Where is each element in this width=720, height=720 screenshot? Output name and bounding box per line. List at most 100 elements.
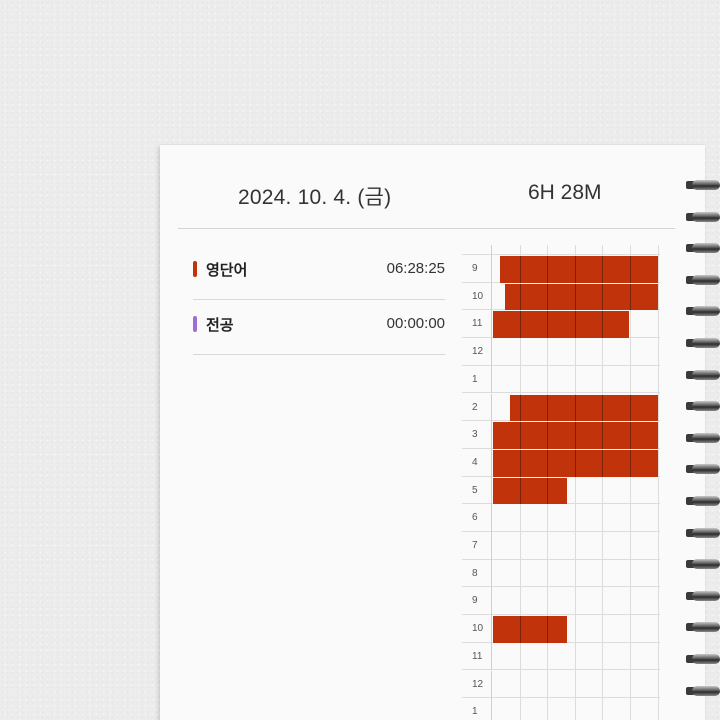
block-divider [630, 449, 631, 477]
binding-wire [692, 464, 720, 475]
binding-ring [682, 557, 720, 571]
subject-item[interactable]: 영단어 06:28:25 [193, 245, 445, 300]
hour-label [462, 245, 492, 255]
timeline-grid: 9 10 11 12 1 2 3 4 5 6 7 8 9 10 11 12 1 [462, 245, 660, 720]
binding-wire [692, 685, 720, 696]
total-study-time: 6H 28M [528, 181, 602, 204]
block-divider [519, 449, 521, 477]
binding-wire [692, 306, 720, 317]
subject-name: 전공 [206, 317, 234, 334]
hour-label: 9 [462, 587, 492, 616]
hour-label: 8 [462, 559, 492, 588]
block-divider [519, 256, 521, 283]
block-divider [602, 394, 604, 422]
block-divider [602, 256, 604, 283]
block-divider [519, 616, 521, 643]
hour-label: 10 [462, 615, 492, 643]
hour-label: 7 [462, 532, 492, 560]
binding-ring [682, 304, 720, 318]
block-divider [547, 394, 549, 422]
block-divider [519, 477, 521, 505]
binding-wire [692, 432, 720, 443]
block-divider [519, 394, 521, 422]
study-block [504, 283, 658, 311]
binding-wire [692, 338, 720, 348]
binding-wire [692, 180, 720, 190]
subject-color-bar [193, 261, 197, 277]
block-divider [630, 422, 631, 449]
binding-ring [682, 589, 720, 603]
binding-wire [692, 622, 720, 633]
hour-label: 2 [462, 393, 492, 422]
grid-column-line [630, 245, 631, 720]
hour-label: 11 [462, 642, 492, 671]
block-divider [602, 449, 604, 477]
block-divider [547, 283, 549, 311]
header-divider [178, 228, 675, 229]
binding-ring [682, 620, 720, 634]
study-block [493, 477, 567, 505]
block-divider [547, 256, 549, 283]
block-divider [602, 311, 604, 339]
block-divider [629, 394, 631, 422]
block-divider [602, 422, 604, 449]
block-divider [547, 311, 549, 339]
block-divider [574, 256, 576, 283]
date-title[interactable]: 2024. 10. 4. (금) [238, 181, 391, 211]
block-divider [547, 422, 549, 449]
hour-label: 12 [462, 670, 492, 699]
binding-ring [682, 526, 720, 540]
binding-ring [682, 399, 720, 413]
subject-name: 영단어 [206, 262, 248, 279]
binding-ring [682, 368, 720, 382]
binding-ring [682, 178, 720, 192]
binding-ring [682, 336, 720, 350]
subject-color-bar [193, 316, 197, 332]
hour-label: 11 [462, 310, 492, 339]
block-divider [519, 311, 521, 339]
hour-label: 10 [462, 282, 492, 311]
binding-wire [692, 527, 720, 538]
subject-item[interactable]: 전공 00:00:00 [193, 300, 445, 355]
subject-list: 영단어 06:28:25 전공 00:00:00 [193, 245, 445, 355]
grid-column-line [657, 245, 659, 720]
binding-ring [682, 462, 720, 476]
binding-wire [692, 654, 720, 664]
hour-label: 5 [462, 476, 492, 505]
study-block [509, 394, 658, 422]
block-divider [574, 449, 576, 477]
study-block [499, 256, 658, 283]
binding-ring [682, 684, 720, 698]
block-divider [574, 422, 576, 449]
spiral-binding [682, 175, 720, 720]
binding-wire [692, 559, 720, 570]
binding-wire [692, 243, 720, 254]
hour-label: 4 [462, 448, 492, 477]
binding-wire [692, 590, 720, 601]
subject-time: 00:00:00 [386, 315, 445, 332]
binding-ring [682, 431, 720, 445]
study-block [493, 422, 658, 449]
block-divider [602, 283, 604, 311]
block-divider [519, 422, 521, 449]
planner-page: 2024. 10. 4. (금) 6H 28M 영단어 06:28:25 전공 … [160, 145, 705, 720]
block-divider [519, 283, 521, 311]
hour-label: 6 [462, 504, 492, 532]
block-divider [574, 283, 576, 311]
binding-wire [692, 211, 720, 222]
hour-label: 12 [462, 338, 492, 366]
study-block [493, 311, 630, 339]
block-divider [547, 449, 549, 477]
block-divider [547, 616, 549, 643]
block-divider [547, 477, 549, 505]
binding-wire [692, 369, 720, 380]
binding-ring [682, 210, 720, 224]
block-divider [574, 311, 576, 339]
binding-ring [682, 241, 720, 255]
binding-ring [682, 494, 720, 508]
binding-ring [682, 652, 720, 666]
binding-wire [692, 496, 720, 506]
study-block [493, 616, 567, 643]
subject-time: 06:28:25 [386, 260, 445, 277]
study-block [493, 449, 658, 477]
